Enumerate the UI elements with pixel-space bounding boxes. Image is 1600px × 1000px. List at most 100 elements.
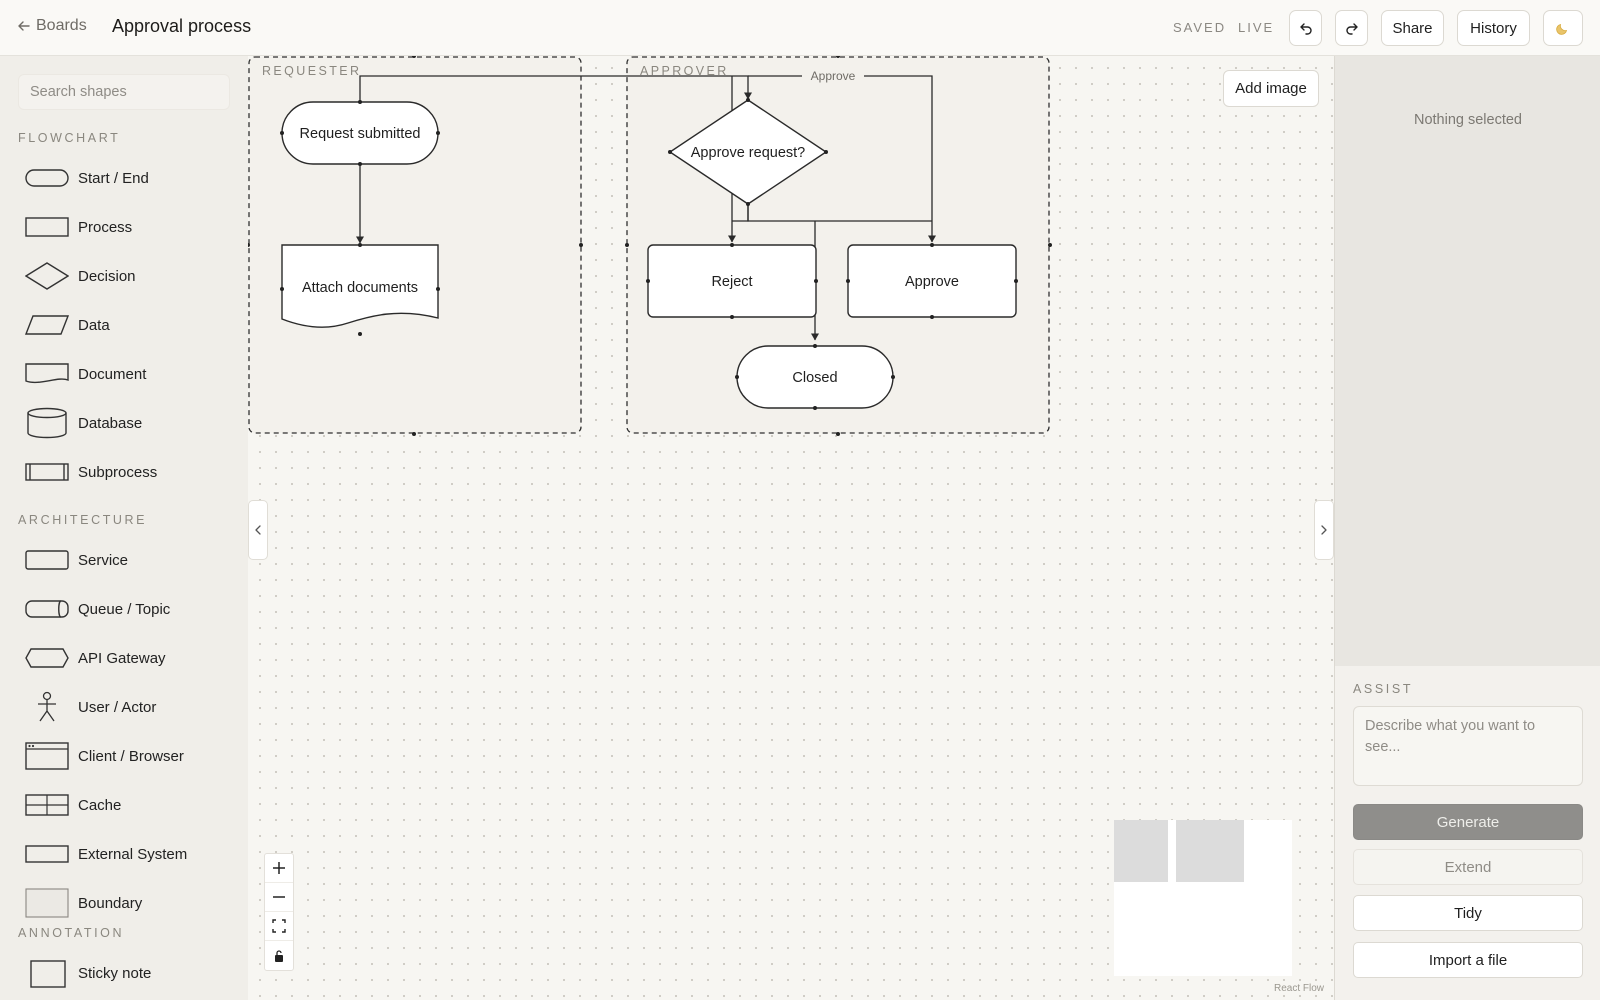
redo-icon	[1345, 23, 1358, 35]
section-annotation: ANNOTATION	[18, 926, 125, 940]
node-label: Approve	[905, 274, 959, 290]
shape-label: Data	[78, 316, 110, 334]
shape-label: Cache	[78, 796, 122, 814]
add-image-button[interactable]: Add image	[1223, 70, 1319, 107]
undo-icon	[1299, 23, 1312, 35]
rectangle-shape-icon	[24, 838, 70, 870]
chevron-left-icon	[255, 525, 261, 535]
zoom-out-button[interactable]	[265, 883, 293, 912]
board-title[interactable]: Approval process	[112, 16, 251, 37]
shape-api-gateway[interactable]: API Gateway	[24, 638, 234, 678]
node-reject[interactable]: Reject	[646, 243, 818, 319]
cylinder-shape-icon	[24, 407, 70, 439]
shape-start-end[interactable]: Start / End	[24, 158, 234, 198]
shape-external-system[interactable]: External System	[24, 834, 234, 874]
node-label: Attach documents	[302, 280, 418, 296]
arrow-left-icon	[18, 21, 30, 31]
saved-status: SAVED	[1173, 20, 1227, 35]
share-button[interactable]: Share	[1381, 10, 1444, 46]
diamond-shape-icon	[24, 260, 70, 292]
assist-heading: ASSIST	[1353, 682, 1414, 696]
import-file-button[interactable]: Import a file	[1353, 942, 1583, 978]
node-request-submitted[interactable]: Request submitted	[280, 100, 440, 166]
pill-shape-icon	[24, 162, 70, 194]
node-approve[interactable]: Approve	[846, 243, 1018, 319]
minimap-node	[1176, 820, 1244, 882]
minus-icon	[273, 896, 285, 898]
queue-shape-icon	[24, 593, 70, 625]
shape-boundary[interactable]: Boundary	[24, 883, 234, 923]
theme-toggle-button[interactable]	[1543, 10, 1583, 46]
shape-library-sidebar: FLOWCHART Start / End Process Decision D…	[0, 56, 248, 1000]
node-label: Request submitted	[300, 126, 421, 142]
browser-shape-icon	[24, 740, 70, 772]
shape-document[interactable]: Document	[24, 354, 234, 394]
collapse-left-panel-button[interactable]	[248, 500, 268, 560]
flow-canvas[interactable]: REQUESTER APPROVER Approve Request submi…	[248, 56, 1334, 1000]
chevron-right-icon	[1321, 525, 1327, 535]
undo-button[interactable]	[1289, 10, 1322, 46]
shape-label: Client / Browser	[78, 747, 184, 765]
minimap[interactable]	[1114, 820, 1292, 976]
tidy-button[interactable]: Tidy	[1353, 895, 1583, 931]
shape-label: Boundary	[78, 894, 143, 912]
node-label: Reject	[711, 274, 752, 290]
shape-label: User / Actor	[78, 698, 157, 716]
node-label: Approve request?	[691, 145, 805, 161]
redo-button[interactable]	[1335, 10, 1368, 46]
shape-label: API Gateway	[78, 649, 166, 667]
inspector-panel: Nothing selected ASSIST Generate Extend …	[1334, 56, 1600, 1000]
plus-icon	[273, 862, 285, 874]
sticky-note-shape-icon	[24, 957, 70, 989]
shape-label: Database	[78, 414, 143, 432]
shape-label: Sticky note	[78, 964, 152, 982]
top-bar: Boards Approval process SAVED LIVE Share…	[0, 0, 1600, 56]
node-closed[interactable]: Closed	[735, 344, 895, 410]
shape-label: Service	[78, 551, 129, 569]
shape-label: Process	[78, 218, 133, 236]
moon-icon	[1556, 23, 1568, 35]
zoom-controls	[264, 853, 294, 971]
rectangle-shape-icon	[24, 544, 70, 576]
section-flowchart: FLOWCHART	[18, 131, 121, 145]
shape-cache[interactable]: Cache	[24, 785, 234, 825]
section-architecture: ARCHITECTURE	[18, 513, 148, 527]
shape-service[interactable]: Service	[24, 540, 234, 580]
shape-process[interactable]: Process	[24, 207, 234, 247]
shape-subprocess[interactable]: Subprocess	[24, 452, 234, 492]
shape-label: Decision	[78, 267, 136, 285]
edge-label-approve[interactable]: Approve	[811, 69, 856, 83]
history-button[interactable]: History	[1457, 10, 1530, 46]
lane-requester-label: REQUESTER	[262, 64, 361, 78]
react-flow-attribution[interactable]: React Flow	[1274, 983, 1324, 994]
live-status: LIVE	[1238, 20, 1275, 35]
search-shapes-input[interactable]	[18, 74, 230, 110]
collapse-right-panel-button[interactable]	[1314, 500, 1334, 560]
fit-view-button[interactable]	[265, 912, 293, 941]
zoom-in-button[interactable]	[265, 854, 293, 883]
lock-icon	[275, 949, 283, 962]
shape-label: Document	[78, 365, 147, 383]
subprocess-shape-icon	[24, 456, 70, 488]
boundary-shape-icon	[24, 887, 70, 919]
lock-button[interactable]	[265, 941, 293, 970]
parallelogram-shape-icon	[24, 309, 70, 341]
shape-client-browser[interactable]: Client / Browser	[24, 736, 234, 776]
shape-queue-topic[interactable]: Queue / Topic	[24, 589, 234, 629]
shape-data[interactable]: Data	[24, 305, 234, 345]
back-to-boards-link[interactable]: Boards	[17, 17, 87, 35]
shape-label: Queue / Topic	[78, 600, 171, 618]
shape-decision[interactable]: Decision	[24, 256, 234, 296]
hexagon-shape-icon	[24, 642, 70, 674]
fit-view-icon	[272, 919, 286, 933]
shape-label: Start / End	[78, 169, 149, 187]
extend-button[interactable]: Extend	[1353, 849, 1583, 885]
grid-shape-icon	[24, 789, 70, 821]
shape-database[interactable]: Database	[24, 403, 234, 443]
node-label: Closed	[792, 370, 837, 386]
shape-sticky-note[interactable]: Sticky note	[24, 953, 234, 993]
back-label: Boards	[36, 17, 87, 34]
assist-prompt-input[interactable]	[1353, 706, 1583, 786]
generate-button[interactable]: Generate	[1353, 804, 1583, 840]
shape-user-actor[interactable]: User / Actor	[24, 687, 234, 727]
